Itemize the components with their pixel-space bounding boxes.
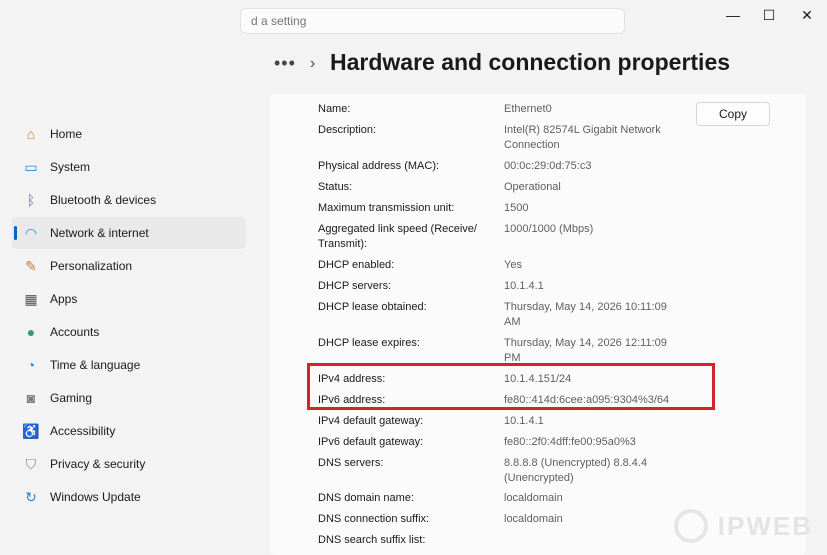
property-value: Thursday, May 14, 2026 10:11:09 AM (504, 301, 667, 328)
property-label: Physical address (MAC): (318, 160, 440, 172)
property-label: IPv4 default gateway: (318, 415, 424, 427)
property-label: Maximum transmission unit: (318, 202, 455, 214)
sidebar-item-label: Gaming (50, 391, 93, 405)
property-value: fe80::2f0:4dff:fe00:95a0%3 (504, 436, 636, 448)
search-input[interactable] (251, 14, 611, 28)
property-label: DHCP lease expires: (318, 337, 420, 349)
home-icon: ⌂ (26, 126, 36, 142)
highlight-box (307, 363, 715, 410)
sidebar-item-label: Privacy & security (50, 457, 146, 471)
property-label: Name: (318, 103, 351, 115)
sidebar-item-label: Accessibility (50, 424, 116, 438)
page-title: Hardware and connection properties (330, 49, 731, 75)
ipweb-logo-icon (673, 509, 708, 543)
sidebar-item-time-language[interactable]: ◔ Time & language (12, 349, 246, 381)
sidebar-item-accessibility[interactable]: ♿ Accessibility (12, 415, 246, 447)
property-value: 00:0c:29:0d:75:c3 (504, 160, 592, 172)
system-icon: ▭ (24, 158, 38, 175)
sidebar-item-label: System (50, 160, 91, 174)
sidebar-item-windows-update[interactable]: ↻ Windows Update (12, 481, 246, 513)
sidebar-item-system[interactable]: ▭ System (12, 151, 246, 183)
sidebar-item-label: Apps (50, 292, 78, 306)
shield-icon: ⛉ (25, 455, 37, 472)
chevron-right-icon: › (310, 55, 316, 72)
minimize-button[interactable]: — (715, 6, 751, 24)
property-label: DNS connection suffix: (318, 513, 430, 525)
watermark-text: IPWEB (717, 510, 813, 541)
property-value: 10.1.4.1 (504, 280, 544, 292)
watermark: IPWEB (673, 509, 813, 543)
brush-icon: ✎ (25, 257, 37, 274)
property-label: DHCP lease obtained: (318, 301, 427, 313)
property-label: Status: (318, 181, 353, 193)
property-label: Description: (318, 124, 377, 136)
property-label: DNS search suffix list: (318, 534, 426, 546)
sidebar-item-label: Bluetooth & devices (50, 193, 157, 207)
accessibility-icon: ♿ (22, 422, 40, 439)
sidebar-item-network-internet[interactable]: ◠ Network & internet (12, 217, 246, 249)
property-value: Operational (504, 181, 561, 193)
sidebar-item-label: Windows Update (50, 490, 141, 504)
globe-clock-icon: ◔ (26, 357, 36, 373)
copy-button[interactable]: Copy (696, 102, 770, 126)
property-value: 1500 (504, 202, 529, 214)
sidebar-item-bluetooth-devices[interactable]: ᛒ Bluetooth & devices (12, 184, 246, 216)
property-value: Ethernet0 (504, 103, 552, 115)
property-label: DNS domain name: (318, 492, 414, 504)
property-value: localdomain (504, 513, 563, 525)
sidebar-item-apps[interactable]: ▦ Apps (12, 283, 246, 315)
sidebar-item-privacy-security[interactable]: ⛉ Privacy & security (12, 448, 246, 480)
sidebar-item-personalization[interactable]: ✎ Personalization (12, 250, 246, 282)
sidebar-item-accounts[interactable]: ● Accounts (12, 316, 246, 348)
property-value: Thursday, May 14, 2026 12:11:09 PM (504, 337, 667, 364)
bluetooth-icon: ᛒ (26, 192, 36, 208)
property-value: 1000/1000 (Mbps) (504, 223, 594, 235)
properties-panel: Copy Name: Ethernet0 Description: Intel(R) … (270, 94, 806, 555)
person-icon: ● (26, 324, 36, 340)
property-label: Aggregated link speed (Receive/ Transmit… (318, 223, 477, 250)
update-icon: ↻ (25, 488, 37, 505)
property-value: 10.1.4.1 (504, 415, 544, 427)
apps-icon: ▦ (24, 290, 38, 307)
property-value: localdomain (504, 492, 563, 504)
property-label: DHCP enabled: (318, 259, 395, 271)
wifi-icon: ◠ (24, 224, 38, 241)
more-breadcrumb-icon[interactable]: ••• (274, 53, 296, 74)
gamepad-icon: ◙ (26, 390, 36, 406)
sidebar-item-label: Network & internet (50, 226, 149, 240)
title-bar: — ☐ ✕ (0, 0, 827, 42)
search-box[interactable] (240, 8, 625, 34)
property-label: IPv6 default gateway: (318, 436, 424, 448)
property-label: DNS servers: (318, 457, 384, 469)
sidebar-item-label: Personalization (50, 259, 133, 273)
sidebar-item-label: Time & language (50, 358, 141, 372)
sidebar-item-gaming[interactable]: ◙ Gaming (12, 382, 246, 414)
sidebar-item-label: Home (50, 127, 83, 141)
maximize-button[interactable]: ☐ (751, 6, 787, 24)
property-label: DHCP servers: (318, 280, 392, 292)
sidebar-nav: ⌂ Home ▭ System ᛒ Bluetooth & devices ◠ Network… (12, 118, 246, 514)
property-value: Intel(R) 82574L Gigabit Network Connecti… (504, 124, 661, 151)
close-button[interactable]: ✕ (789, 6, 825, 24)
sidebar-item-label: Accounts (50, 325, 100, 339)
property-value: 8.8.8.8 (Unencrypted) 8.8.4.4 (Unencrypt… (504, 457, 648, 484)
sidebar-item-home[interactable]: ⌂ Home (12, 118, 246, 150)
property-value: Yes (504, 259, 522, 271)
